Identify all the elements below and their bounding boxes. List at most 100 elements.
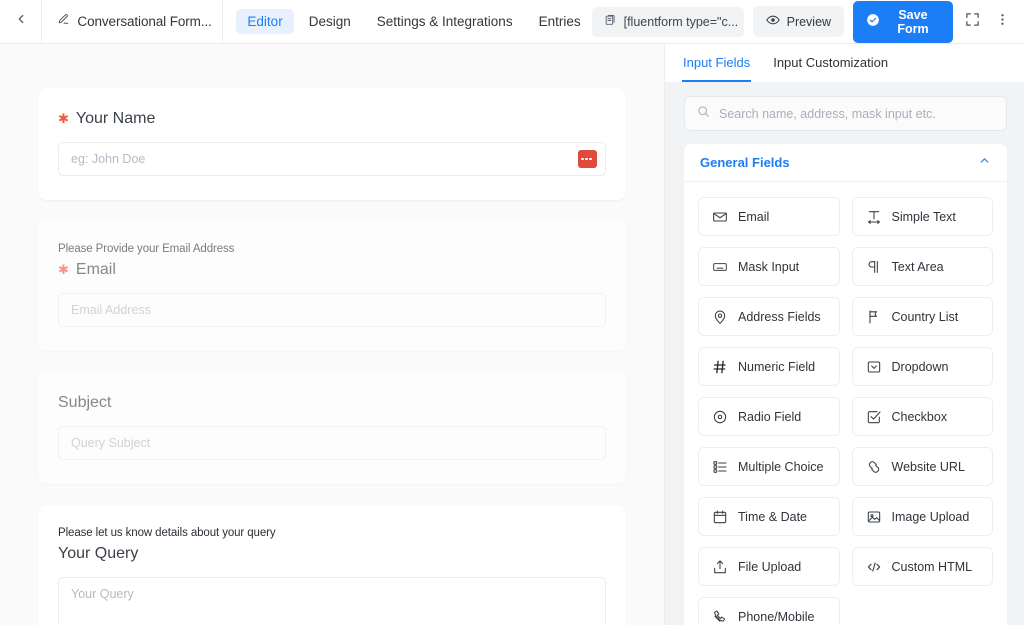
search-input[interactable] — [719, 107, 994, 121]
field-label-row: Subject — [58, 394, 606, 412]
field-item-file-upload[interactable]: File Upload — [698, 547, 840, 586]
search-icon — [697, 105, 710, 123]
field-item-text-area[interactable]: Text Area — [852, 247, 994, 286]
field-item-image-upload[interactable]: Image Upload — [852, 497, 994, 536]
more-options-button[interactable] — [992, 10, 1013, 34]
field-item-label: Checkbox — [892, 410, 948, 424]
form-field-card[interactable]: Please Provide your Email Address ✱ Emai… — [38, 221, 626, 351]
panel-tabs: Input Fields Input Customization — [665, 44, 1024, 82]
field-item-radio-field[interactable]: Radio Field — [698, 397, 840, 436]
chevron-up-icon[interactable] — [978, 154, 991, 172]
dot — [581, 158, 584, 161]
field-item-label: Custom HTML — [892, 560, 973, 574]
preview-button[interactable]: Preview — [753, 6, 844, 37]
field-item-label: File Upload — [738, 560, 801, 574]
keyboard-icon — [712, 259, 728, 275]
field-options-dots-badge[interactable] — [578, 150, 597, 168]
fullscreen-icon — [965, 12, 980, 32]
image-icon — [866, 509, 882, 525]
panel-tab-input-customization[interactable]: Input Customization — [772, 44, 889, 82]
field-item-label: Multiple Choice — [738, 460, 823, 474]
field-item-label: Time & Date — [738, 510, 807, 524]
subject-input[interactable] — [58, 426, 606, 460]
preview-label: Preview — [787, 15, 831, 29]
shortcode-copy-button[interactable]: [fluentform type="c... — [592, 7, 744, 37]
pencil-icon — [57, 13, 70, 31]
your-name-input[interactable] — [58, 142, 606, 176]
field-label: Email — [76, 261, 116, 279]
workspace: ✱ Your Name Please Provide your Email Ad… — [0, 44, 1024, 625]
field-item-mask-input[interactable]: Mask Input — [698, 247, 840, 286]
tab-design[interactable]: Design — [298, 9, 362, 34]
field-grid: Email Simple Text Mask Input Text Area — [684, 182, 1007, 625]
phone-icon — [712, 609, 728, 625]
email-input[interactable] — [58, 293, 606, 327]
general-fields-header[interactable]: General Fields — [684, 144, 1007, 182]
tab-settings-integrations[interactable]: Settings & Integrations — [366, 9, 524, 34]
check-circle-icon — [866, 13, 880, 30]
search-box[interactable] — [684, 96, 1007, 131]
panel-body: General Fields Email Simple Text — [665, 82, 1024, 625]
field-item-label: Simple Text — [892, 210, 956, 224]
dot — [585, 158, 588, 161]
form-field-card[interactable]: Please let us know details about your qu… — [38, 505, 626, 625]
required-asterisk: ✱ — [58, 112, 69, 125]
field-item-website-url[interactable]: Website URL — [852, 447, 994, 486]
panel-tab-input-fields[interactable]: Input Fields — [682, 44, 751, 82]
flag-icon — [866, 309, 882, 325]
field-item-address-fields[interactable]: Address Fields — [698, 297, 840, 336]
back-button[interactable] — [0, 0, 42, 43]
list-icon — [712, 459, 728, 475]
field-item-time-date[interactable]: Time & Date — [698, 497, 840, 536]
field-item-phone-mobile[interactable]: Phone/Mobile — [698, 597, 840, 625]
field-item-country-list[interactable]: Country List — [852, 297, 994, 336]
field-item-label: Country List — [892, 310, 959, 324]
field-item-simple-text[interactable]: Simple Text — [852, 197, 994, 236]
calendar-icon — [712, 509, 728, 525]
field-label: Subject — [58, 394, 111, 412]
app-header: Conversational Form... Editor Design Set… — [0, 0, 1024, 44]
eye-icon — [766, 13, 780, 30]
text-width-icon — [866, 209, 882, 225]
header-actions: [fluentform type="c... Preview Save Form — [592, 1, 1024, 43]
field-label: Your Name — [76, 110, 155, 128]
field-item-label: Phone/Mobile — [738, 610, 814, 624]
field-item-label: Radio Field — [738, 410, 801, 424]
your-query-textarea[interactable] — [58, 577, 606, 625]
field-item-label: Address Fields — [738, 310, 821, 324]
form-field-card[interactable]: Subject — [38, 372, 626, 484]
field-label-row: ✱ Email — [58, 261, 606, 279]
checkbox-icon — [866, 409, 882, 425]
dropdown-icon — [866, 359, 882, 375]
field-sublabel: Please let us know details about your qu… — [58, 527, 606, 539]
upload-icon — [712, 559, 728, 575]
field-label-row: ✱ Your Name — [58, 110, 606, 128]
field-input-wrap — [58, 293, 606, 327]
field-item-label: Text Area — [892, 260, 944, 274]
field-label-row: Your Query — [58, 545, 606, 563]
required-asterisk: ✱ — [58, 263, 69, 276]
field-item-custom-html[interactable]: Custom HTML — [852, 547, 994, 586]
form-title-area[interactable]: Conversational Form... — [42, 0, 223, 43]
field-input-wrap — [58, 426, 606, 460]
fullscreen-button[interactable] — [962, 10, 983, 34]
shortcode-text: [fluentform type="c... — [624, 15, 739, 29]
field-item-dropdown[interactable]: Dropdown — [852, 347, 994, 386]
tab-entries[interactable]: Entries — [528, 9, 592, 34]
field-sublabel: Please Provide your Email Address — [58, 243, 606, 255]
form-field-card[interactable]: ✱ Your Name — [38, 88, 626, 200]
form-title: Conversational Form... — [77, 14, 211, 29]
hash-icon — [712, 359, 728, 375]
field-item-label: Image Upload — [892, 510, 970, 524]
chevron-left-icon — [14, 12, 28, 31]
field-item-label: Website URL — [892, 460, 965, 474]
field-item-email[interactable]: Email — [698, 197, 840, 236]
tab-editor[interactable]: Editor — [236, 9, 293, 34]
field-item-numeric-field[interactable]: Numeric Field — [698, 347, 840, 386]
field-item-multiple-choice[interactable]: Multiple Choice — [698, 447, 840, 486]
save-form-label: Save Form — [886, 8, 940, 36]
form-canvas: ✱ Your Name Please Provide your Email Ad… — [0, 44, 665, 625]
link-diamond-icon — [866, 459, 882, 475]
save-form-button[interactable]: Save Form — [853, 1, 953, 43]
field-item-checkbox[interactable]: Checkbox — [852, 397, 994, 436]
